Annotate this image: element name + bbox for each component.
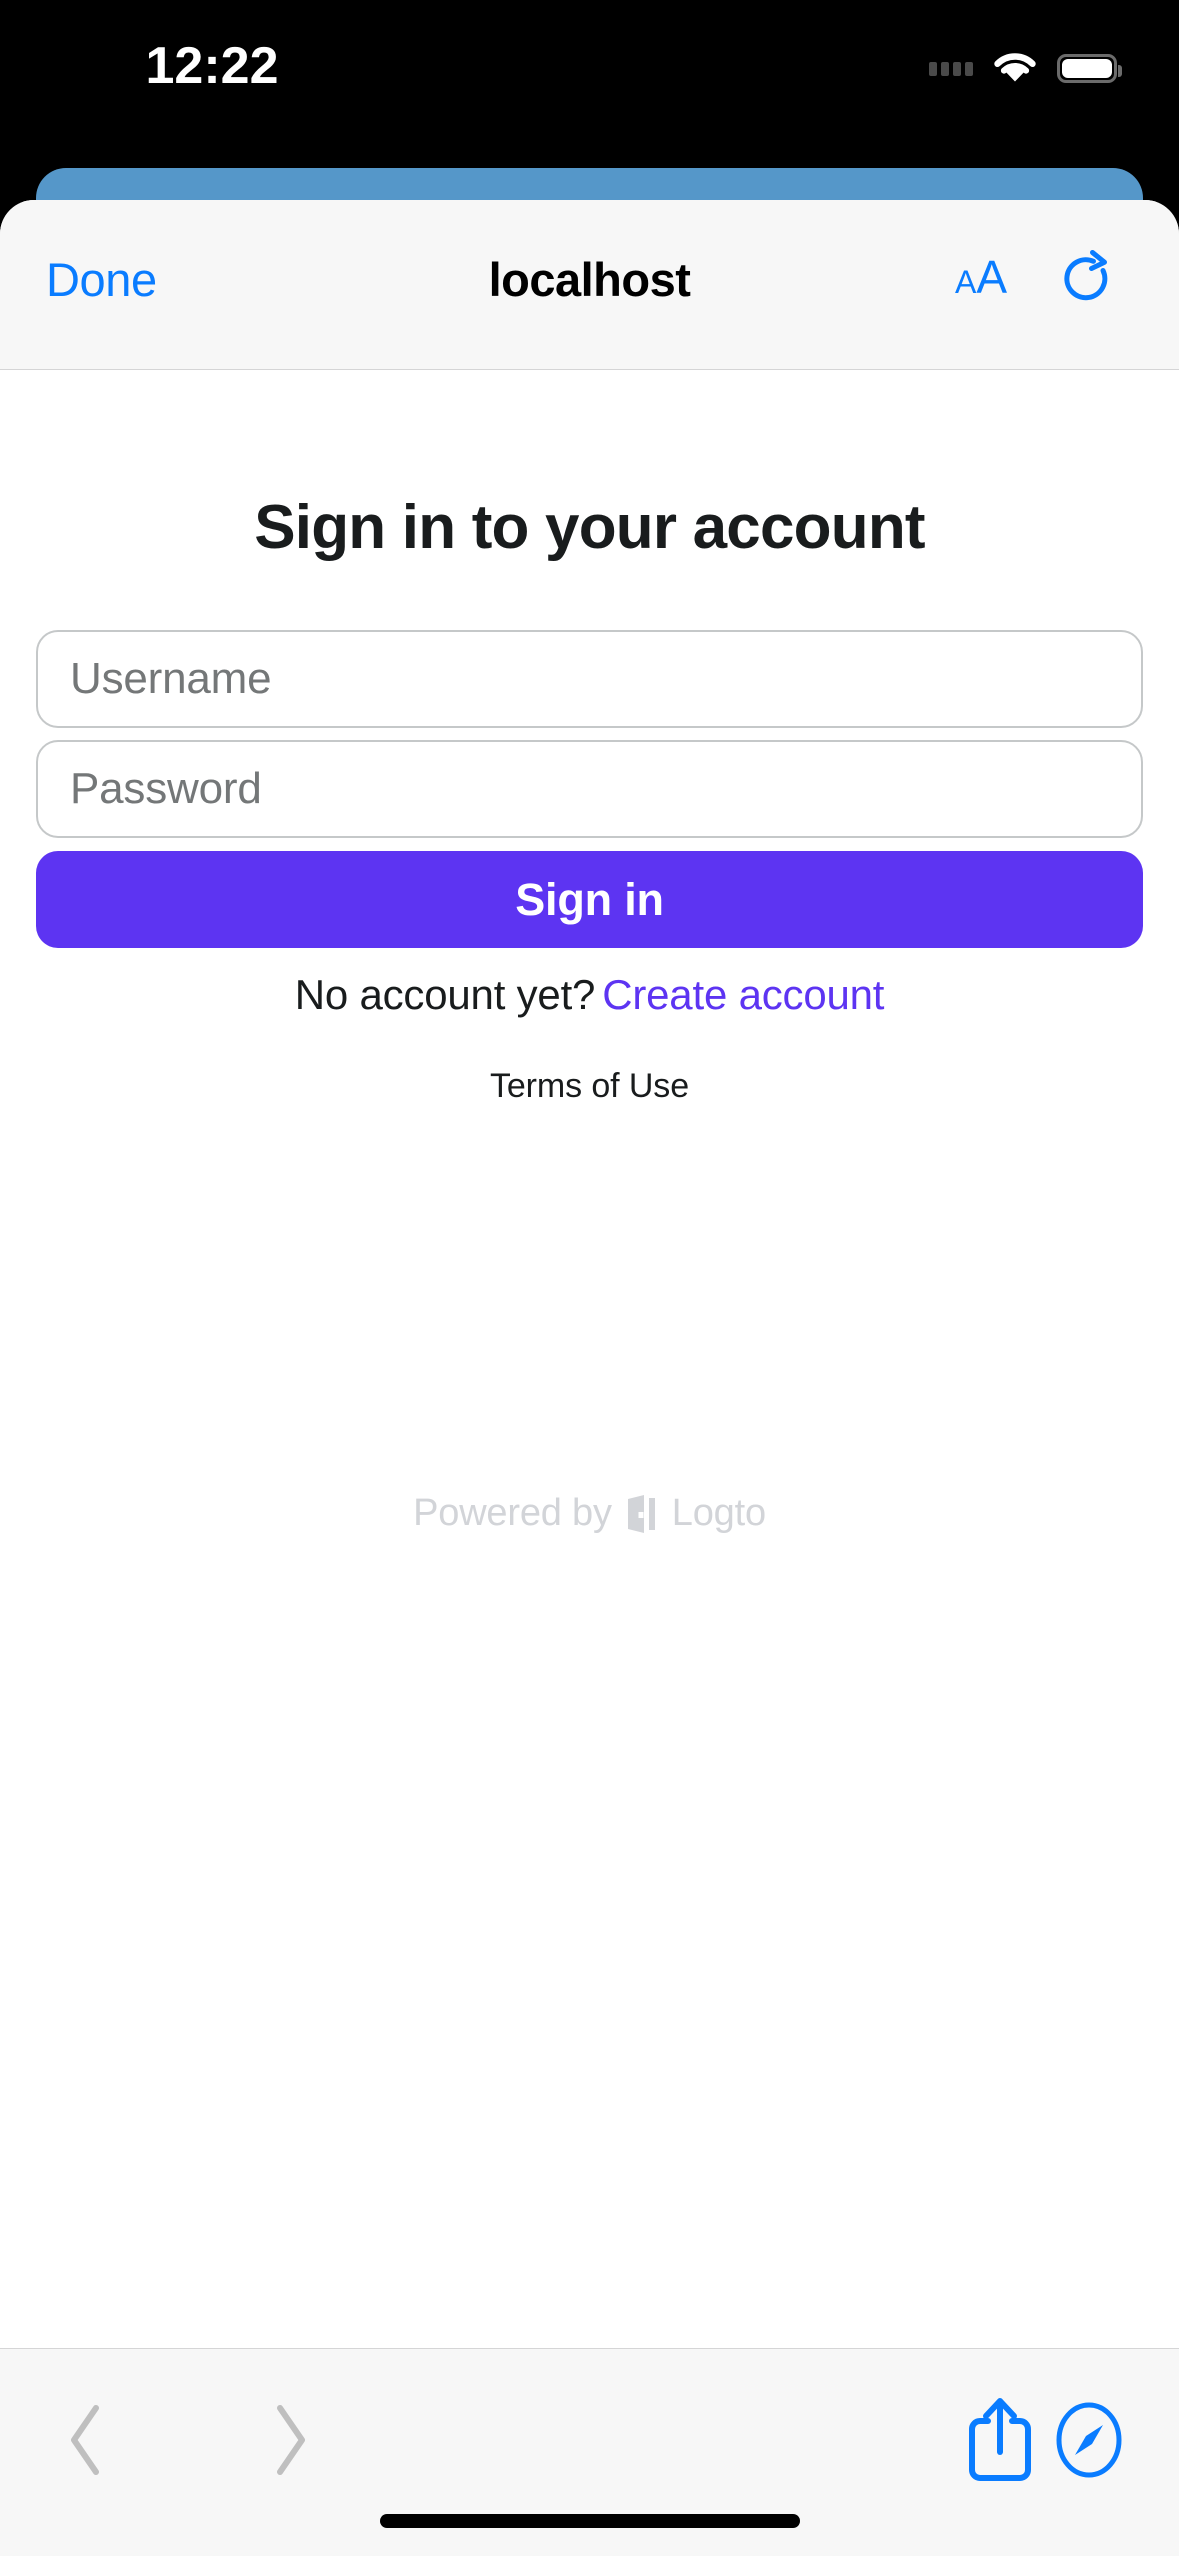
no-account-label: No account yet? [294, 971, 596, 1018]
username-input[interactable]: Username [36, 630, 1143, 728]
safari-compass-icon [1056, 2402, 1122, 2478]
home-indicator [379, 2514, 800, 2528]
sign-in-button[interactable]: Sign in [36, 851, 1143, 948]
password-placeholder: Password [70, 764, 262, 813]
cellular-dots-icon [929, 60, 973, 76]
logto-logo-icon [627, 1494, 655, 1533]
browser-sheet: Done localhost AA Sign in to your accoun… [0, 200, 1179, 2556]
phone-screen: 12:22 Done localhost AA Sign in to your … [0, 0, 1179, 2556]
web-page-content: Sign in to your account Username Passwor… [0, 370, 1179, 2414]
battery-full-icon [1057, 53, 1122, 83]
status-bar-time: 12:22 [145, 37, 279, 95]
create-account-row: No account yet? Create account [0, 971, 1179, 1019]
status-bar: 12:22 [0, 0, 1179, 150]
text-size-large-a: A [976, 251, 1007, 303]
terms-of-use-link[interactable]: Terms of Use [0, 1067, 1179, 1106]
username-placeholder: Username [70, 654, 272, 703]
back-button[interactable] [26, 2385, 146, 2495]
text-size-icon[interactable]: AA [955, 254, 1007, 300]
status-bar-indicators [929, 46, 1122, 90]
logto-brand-label: Logto [671, 1492, 766, 1534]
share-icon [968, 2398, 1031, 2481]
forward-button[interactable] [230, 2385, 350, 2495]
powered-by-label: Powered by [413, 1492, 612, 1534]
chevron-left-icon [71, 2405, 99, 2475]
chevron-right-icon [277, 2405, 305, 2475]
reload-icon[interactable] [1061, 250, 1117, 308]
page-heading: Sign in to your account [254, 493, 925, 562]
powered-by-footer: Powered by Logto [0, 1492, 1179, 1535]
text-size-small-a: A [954, 264, 977, 300]
create-account-link[interactable]: Create account [602, 971, 884, 1018]
tabs-button[interactable] [1029, 2385, 1149, 2495]
browser-navbar: Done localhost AA [0, 200, 1179, 370]
wifi-icon [994, 53, 1036, 82]
password-input[interactable]: Password [36, 740, 1143, 838]
